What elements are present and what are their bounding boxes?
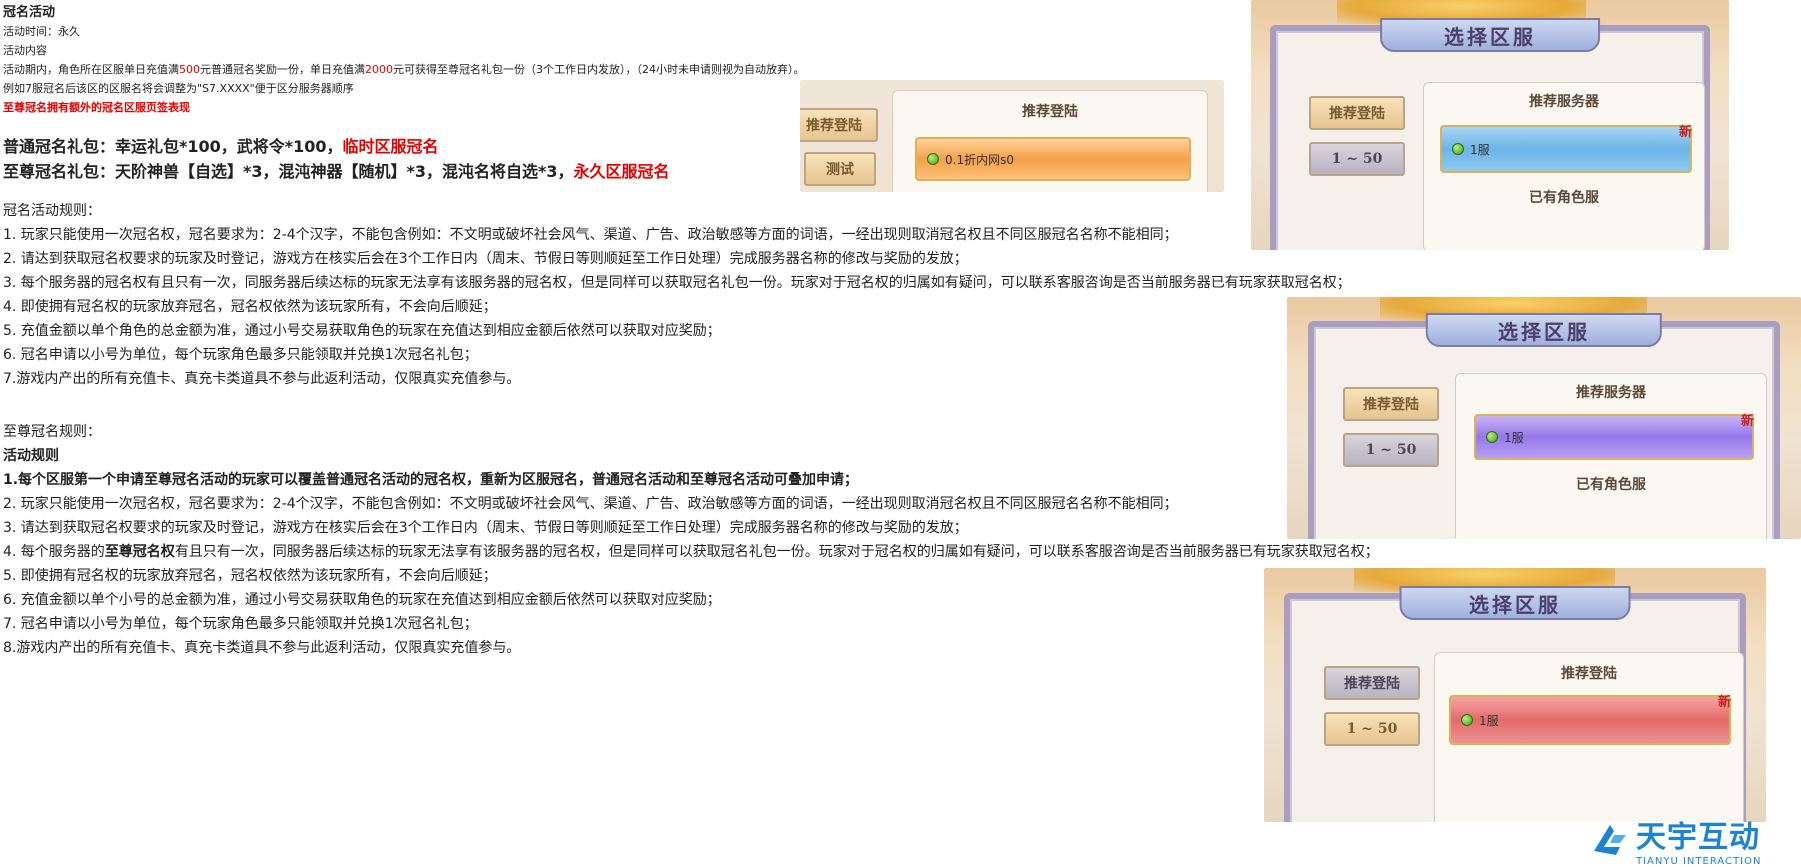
rule-item: 5. 充值金额以单个角色的总金额为准，通过小号交易获取角色的玩家在充值达到相应金… [3,323,721,339]
desc-text: 元普通冠名奖励一份，单日充值满 [200,63,365,76]
new-badge: 新 [1717,695,1731,710]
activity-note: 至尊冠名拥有额外的冠名区服页签表现 [3,101,190,114]
activity-example: 例如7服冠名后该区的区服名将会调整为"S7.XXXX"便于区分服务器顺序 [3,82,354,95]
online-status-icon [1486,431,1498,443]
rule-item: 5. 即使拥有冠名权的玩家放弃冠名，冠名权依然为该玩家所有，不会向后顺延； [3,568,497,584]
screenshot-server-list-red: 选择区服 推荐登陆 1 ~ 50 推荐登陆 1服 新 [1264,568,1766,822]
activity-description: 活动期内，角色所在区服单日充值满500元普通冠名奖励一份，单日充值满2000元可… [3,60,805,79]
section-existing-character-servers: 已有角色服 [1576,477,1646,493]
rule-item: 8.游戏内产出的所有充值卡、真充卡类道具不参与此返利活动，仅限真实充值参与。 [3,640,521,656]
activity-header: 冠名活动 活动时间：永久 活动内容 活动期内，角色所在区服单日充值满500元普通… [3,3,805,117]
server-entry[interactable]: 0.1折内网s0 [915,137,1191,181]
rule-item: 6. 冠名申请以小号为单位，每个玩家角色最多只能领取并兑换1次冠名礼包； [3,347,478,363]
rule-item: 1. 玩家只能使用一次冠名权，冠名要求为：2-4个汉字，不能包含例如：不文明或破… [3,227,1178,243]
rule-item: 2. 玩家只能使用一次冠名权，冠名要求为：2-4个汉字，不能包含例如：不文明或破… [3,496,1178,512]
logo-subtext: TIANYU INTERACTION [1636,856,1762,867]
rule-item: 3. 请达到获取冠名权要求的玩家及时登记，游戏方在核实后会在3个工作日内（周末、… [3,520,968,536]
recommend-login-button[interactable]: 推荐登陆 [800,108,878,142]
supreme-rules-subheading: 活动规则 [3,448,59,464]
server-entry[interactable]: 1服 新 [1449,695,1731,745]
server-entry[interactable]: 1服 新 [1474,414,1754,460]
rule-item: 7. 冠名申请以小号为单位，每个玩家角色最多只能领取并兑换1次冠名礼包； [3,616,478,632]
rule-item: 4. 每个服务器的至尊冠名权有且只有一次，同服务器后续达标的玩家无法享有该服务器… [3,540,1379,564]
select-server-title: 选择区服 [1425,313,1663,347]
server-content-box: 推荐服务器 1服 新 已有角色服 [1423,82,1705,250]
server-name: 1服 [1479,713,1499,728]
rule-item: 1.每个区服第一个申请至尊冠名活动的玩家可以覆盖普通冠名活动的冠名权，重新为区服… [3,472,859,488]
range-1-50-button[interactable]: 1 ~ 50 [1309,142,1405,176]
normal-gift-line: 普通冠名礼包：幸运礼包*100，武将令*100，临时区服冠名 [3,134,670,159]
rule-item: 2. 请达到获取冠名权要求的玩家及时登记，游戏方在核实后会在3个工作日内（周末、… [3,251,968,267]
activity-title: 冠名活动 [3,5,56,20]
new-badge: 新 [1678,125,1692,140]
screenshot-server-list-blue: 选择区服 推荐登陆 1 ~ 50 推荐服务器 1服 新 已有角色服 [1251,0,1729,250]
desc-text: 活动期内，角色所在区服单日充值满 [3,63,179,76]
desc-amount-2000: 2000 [365,63,393,76]
activity-time: 活动时间：永久 [3,25,80,38]
rule-item: 4. 即使拥有冠名权的玩家放弃冠名，冠名权依然为该玩家所有，不会向后顺延； [3,299,497,315]
online-status-icon [1461,714,1473,726]
tianyu-logo: 天宇互动 TIANYU INTERACTION [1590,812,1761,867]
section-existing-character-servers: 已有角色服 [1529,190,1599,206]
rule-item: 7.游戏内产出的所有充值卡、真充卡类道具不参与此返利活动，仅限真实充值参与。 [3,371,521,387]
supreme-gift-highlight: 永久区服冠名 [573,162,670,181]
select-server-title: 选择区服 [1380,18,1600,52]
normal-rules: 冠名活动规则： 1. 玩家只能使用一次冠名权，冠名要求为：2-4个汉字，不能包含… [3,199,1351,391]
section-recommend-login: 推荐登陆 [1022,104,1078,120]
server-entry[interactable]: 1服 新 [1440,125,1692,173]
recommend-login-button[interactable]: 推荐登陆 [1324,666,1420,700]
range-1-50-button[interactable]: 1 ~ 50 [1343,433,1439,467]
recommend-login-button[interactable]: 推荐登陆 [1343,387,1439,421]
desc-amount-500: 500 [179,63,200,76]
online-status-icon [927,153,939,165]
screenshot-server-list-small: 推荐登陆 测试 推荐登陆 0.1折内网s0 [800,80,1224,192]
server-content-box: 推荐登陆 1服 新 [1434,652,1744,822]
server-name: 1服 [1504,430,1524,445]
server-content-box: 推荐服务器 1服 新 已有角色服 [1455,373,1767,539]
range-1-50-button[interactable]: 1 ~ 50 [1324,712,1420,746]
test-button[interactable]: 测试 [804,152,876,186]
rule-item: 3. 每个服务器的冠名权有且只有一次，同服务器后续达标的玩家无法享有该服务器的冠… [3,275,1351,291]
select-server-title: 选择区服 [1399,586,1631,620]
rule-text: 有且只有一次，同服务器后续达标的玩家无法享有该服务器的冠名权，但是同样可以获取冠… [174,544,1379,560]
supreme-rules-heading: 至尊冠名规则： [3,424,101,440]
tianyu-logo-icon [1594,824,1626,855]
screenshot-server-list-purple: 选择区服 推荐登陆 1 ~ 50 推荐服务器 1服 新 已有角色服 [1287,297,1801,539]
gift-block: 普通冠名礼包：幸运礼包*100，武将令*100，临时区服冠名 至尊冠名礼包：天阶… [3,134,670,184]
rule-emphasis: 至尊冠名权 [104,544,175,560]
server-name: 1服 [1470,142,1490,157]
server-name: 0.1折内网s0 [945,152,1014,167]
supreme-gift-text: 至尊冠名礼包：天阶神兽【自选】*3，混沌神器【随机】*3，混沌名将自选*3， [3,162,574,181]
section-recommend-login: 推荐登陆 [1561,666,1617,682]
rule-text: 4. 每个服务器的 [3,544,105,560]
normal-rules-heading: 冠名活动规则： [3,203,101,219]
desc-text: 元可获得至尊冠名礼包一份（3个工作日内发放），（24小时未申请则视为自动放弃）。 [393,63,805,76]
new-badge: 新 [1740,414,1754,429]
supreme-rules: 至尊冠名规则： 活动规则 1.每个区服第一个申请至尊冠名活动的玩家可以覆盖普通冠… [3,420,1379,660]
online-status-icon [1452,143,1464,155]
normal-gift-highlight: 临时区服冠名 [342,137,439,156]
logo-text: 天宇互动 [1636,820,1760,855]
recommend-login-button[interactable]: 推荐登陆 [1309,96,1405,130]
normal-gift-text: 普通冠名礼包：幸运礼包*100，武将令*100， [3,137,343,156]
section-recommended-servers: 推荐服务器 [1576,385,1646,401]
supreme-gift-line: 至尊冠名礼包：天阶神兽【自选】*3，混沌神器【随机】*3，混沌名将自选*3，永久… [3,159,670,184]
rule-item: 6. 充值金额以单个小号的总金额为准，通过小号交易获取角色的玩家在充值达到相应金… [3,592,721,608]
server-content-box: 推荐登陆 0.1折内网s0 [892,90,1208,192]
section-recommended-servers: 推荐服务器 [1529,94,1599,110]
activity-content-label: 活动内容 [3,44,47,57]
